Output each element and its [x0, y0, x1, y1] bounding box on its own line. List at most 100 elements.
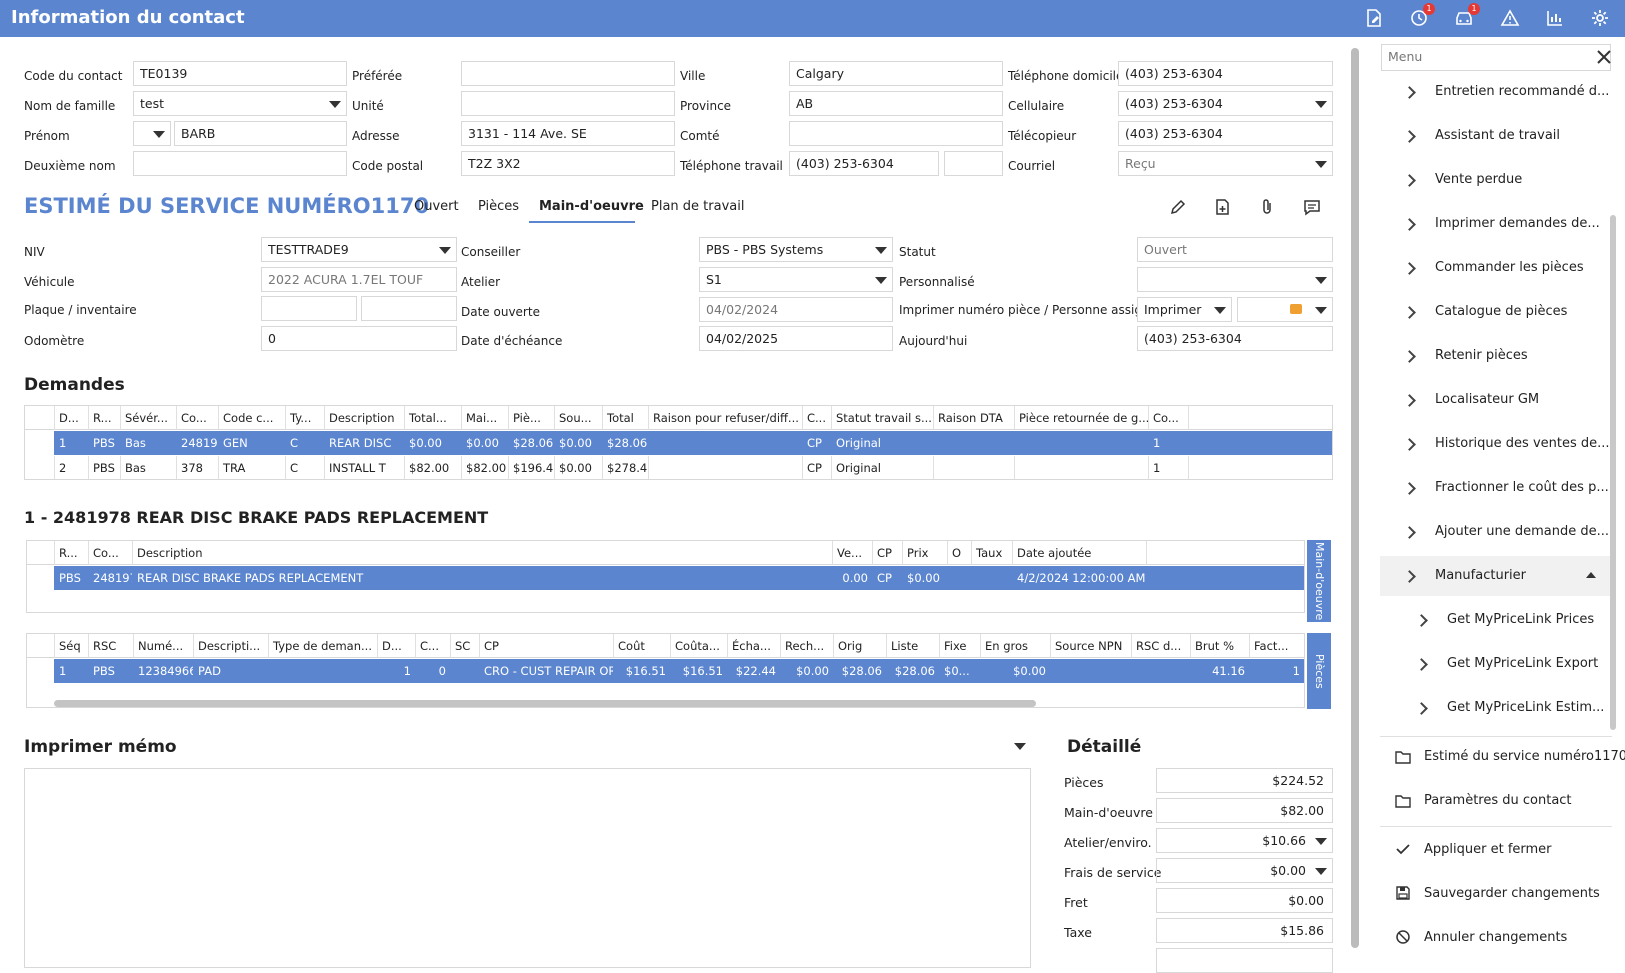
- history-icon[interactable]: 1: [1409, 3, 1435, 30]
- personne-assignee-select[interactable]: [1237, 297, 1333, 322]
- submenu-item[interactable]: Get MyPriceLink Prices: [1447, 612, 1594, 627]
- col-header[interactable]: Ve...: [833, 541, 873, 565]
- col-header[interactable]: Descripti...: [194, 634, 269, 658]
- preferee-field[interactable]: [461, 61, 675, 86]
- plaque-field[interactable]: [261, 296, 357, 321]
- cell-field[interactable]: (403) 253-6304: [1118, 91, 1333, 116]
- table-row[interactable]: 1 PBS Bas 248197 GEN C REAR DISC $0.00 $…: [25, 431, 1332, 455]
- vehicule-field[interactable]: 2022 ACURA 1.7EL TOUF: [261, 267, 457, 292]
- col-header[interactable]: Code c...: [219, 406, 286, 430]
- col-header[interactable]: Brut %: [1191, 634, 1250, 658]
- nom-field[interactable]: test: [133, 91, 347, 116]
- vehicle-icon[interactable]: 1: [1454, 3, 1480, 30]
- submenu-item[interactable]: Get MyPriceLink Estim...: [1447, 700, 1604, 715]
- col-header[interactable]: RSC d...: [1132, 634, 1191, 658]
- menu-item[interactable]: Commander les pièces: [1435, 260, 1584, 275]
- tab-main-oeuvre[interactable]: Main-d'oeuvre: [539, 199, 644, 214]
- col-header[interactable]: R...: [89, 406, 121, 430]
- col-header[interactable]: Pièce retournée de g...: [1015, 406, 1149, 430]
- row-selector[interactable]: [27, 659, 55, 683]
- col-header[interactable]: Liste: [887, 634, 940, 658]
- menu-item[interactable]: Imprimer demandes de...: [1435, 216, 1600, 231]
- col-header[interactable]: Mai...: [462, 406, 509, 430]
- teltravail-field[interactable]: (403) 253-6304: [789, 151, 939, 176]
- col-header[interactable]: Prix: [903, 541, 948, 565]
- col-header[interactable]: Description: [133, 541, 833, 565]
- col-header[interactable]: Type de deman...: [269, 634, 378, 658]
- col-header[interactable]: Total: [603, 406, 649, 430]
- detail-value-atelier[interactable]: $10.66: [1156, 828, 1333, 853]
- atelier-field[interactable]: S1: [699, 267, 893, 292]
- col-header[interactable]: O: [948, 541, 972, 565]
- col-header[interactable]: D...: [378, 634, 416, 658]
- col-header[interactable]: Fixe: [940, 634, 981, 658]
- odometre-field[interactable]: 0: [261, 326, 457, 351]
- menu-item[interactable]: Retenir pièces: [1435, 348, 1528, 363]
- col-header[interactable]: Sou...: [555, 406, 603, 430]
- settings-icon[interactable]: [1590, 8, 1612, 30]
- prenom-prefix-select[interactable]: [133, 121, 171, 146]
- col-header[interactable]: Fact...: [1250, 634, 1304, 658]
- imprimer-select[interactable]: Imprimer: [1137, 297, 1232, 322]
- teltravail-ext-field[interactable]: [944, 151, 1003, 176]
- menu-item-manufacturier[interactable]: Manufacturier: [1435, 568, 1526, 583]
- col-header[interactable]: Description: [325, 406, 405, 430]
- postal-field[interactable]: T2Z 3X2: [461, 151, 675, 176]
- col-header[interactable]: Piè...: [509, 406, 555, 430]
- close-icon[interactable]: [1595, 48, 1613, 66]
- table-row[interactable]: 2 PBS Bas 378 TRA C INSTALL T $82.00 $82…: [25, 456, 1332, 479]
- col-header[interactable]: Sévér...: [121, 406, 177, 430]
- menu-search-input[interactable]: Menu: [1381, 44, 1611, 71]
- province-field[interactable]: AB: [789, 91, 1003, 116]
- main-oeuvre-side-tab[interactable]: Main-d'oeuvre: [1307, 540, 1331, 622]
- menu-item[interactable]: Localisateur GM: [1435, 392, 1539, 407]
- col-header[interactable]: Séq: [55, 634, 89, 658]
- comte-field[interactable]: [789, 121, 1003, 146]
- deuxieme-field[interactable]: [133, 151, 347, 176]
- personnalise-field[interactable]: [1137, 267, 1333, 292]
- col-header[interactable]: Co...: [89, 541, 133, 565]
- apply-close-button[interactable]: Appliquer et fermer: [1424, 842, 1552, 857]
- memo-collapse-icon[interactable]: [1014, 743, 1026, 750]
- col-header[interactable]: Ty...: [286, 406, 325, 430]
- pieces-side-tab[interactable]: Pièces: [1307, 633, 1331, 709]
- col-header[interactable]: Raison DTA: [934, 406, 1015, 430]
- menu-item[interactable]: Catalogue de pièces: [1435, 304, 1567, 319]
- menu-item[interactable]: Assistant de travail: [1435, 128, 1560, 143]
- row-selector[interactable]: [25, 456, 55, 479]
- main-vertical-scrollbar[interactable]: [1351, 48, 1359, 948]
- prenom-field[interactable]: BARB: [174, 121, 347, 146]
- col-header[interactable]: Écha...: [728, 634, 781, 658]
- edit-pen-icon[interactable]: [1169, 198, 1189, 218]
- attachment-icon[interactable]: [1259, 198, 1279, 218]
- menu-item[interactable]: Vente perdue: [1435, 172, 1522, 187]
- chart-icon[interactable]: [1545, 8, 1567, 30]
- tab-pieces[interactable]: Pièces: [478, 199, 519, 214]
- inventaire-field[interactable]: [361, 296, 457, 321]
- table-row[interactable]: PBS 248197 REAR DISC BRAKE PADS REPLACEM…: [27, 566, 1304, 590]
- tab-plan-travail[interactable]: Plan de travail: [651, 199, 744, 214]
- conseiller-field[interactable]: PBS - PBS Systems: [699, 237, 893, 262]
- teldom-field[interactable]: (403) 253-6304: [1118, 61, 1333, 86]
- row-selector[interactable]: [25, 431, 55, 455]
- parts-horizontal-scrollbar[interactable]: [54, 700, 1036, 707]
- col-header[interactable]: Rech...: [781, 634, 834, 658]
- col-header[interactable]: Orig: [834, 634, 887, 658]
- col-header[interactable]: CP: [480, 634, 614, 658]
- table-row[interactable]: 1 PBS 12384966 PAD 1 0 CRO - CUST REPAIR…: [27, 659, 1304, 683]
- add-document-icon[interactable]: [1214, 198, 1234, 218]
- col-header[interactable]: Coût: [614, 634, 671, 658]
- code-field[interactable]: TE0139: [133, 61, 347, 86]
- col-header[interactable]: Total...: [405, 406, 462, 430]
- col-header[interactable]: C...: [416, 634, 451, 658]
- date-echeance-field[interactable]: 04/02/2025: [699, 326, 893, 351]
- comments-icon[interactable]: [1303, 198, 1323, 218]
- col-header[interactable]: Raison pour refuser/diff...: [649, 406, 803, 430]
- aujourdhui-field[interactable]: (403) 253-6304: [1137, 326, 1333, 351]
- col-header[interactable]: Co...: [177, 406, 219, 430]
- warning-icon[interactable]: [1500, 8, 1522, 30]
- tab-ouvert[interactable]: Ouvert: [414, 199, 459, 214]
- col-header[interactable]: SC: [451, 634, 480, 658]
- menu-item[interactable]: Ajouter une demande de...: [1435, 524, 1609, 539]
- adresse-field[interactable]: 3131 - 114 Ave. SE: [461, 121, 675, 146]
